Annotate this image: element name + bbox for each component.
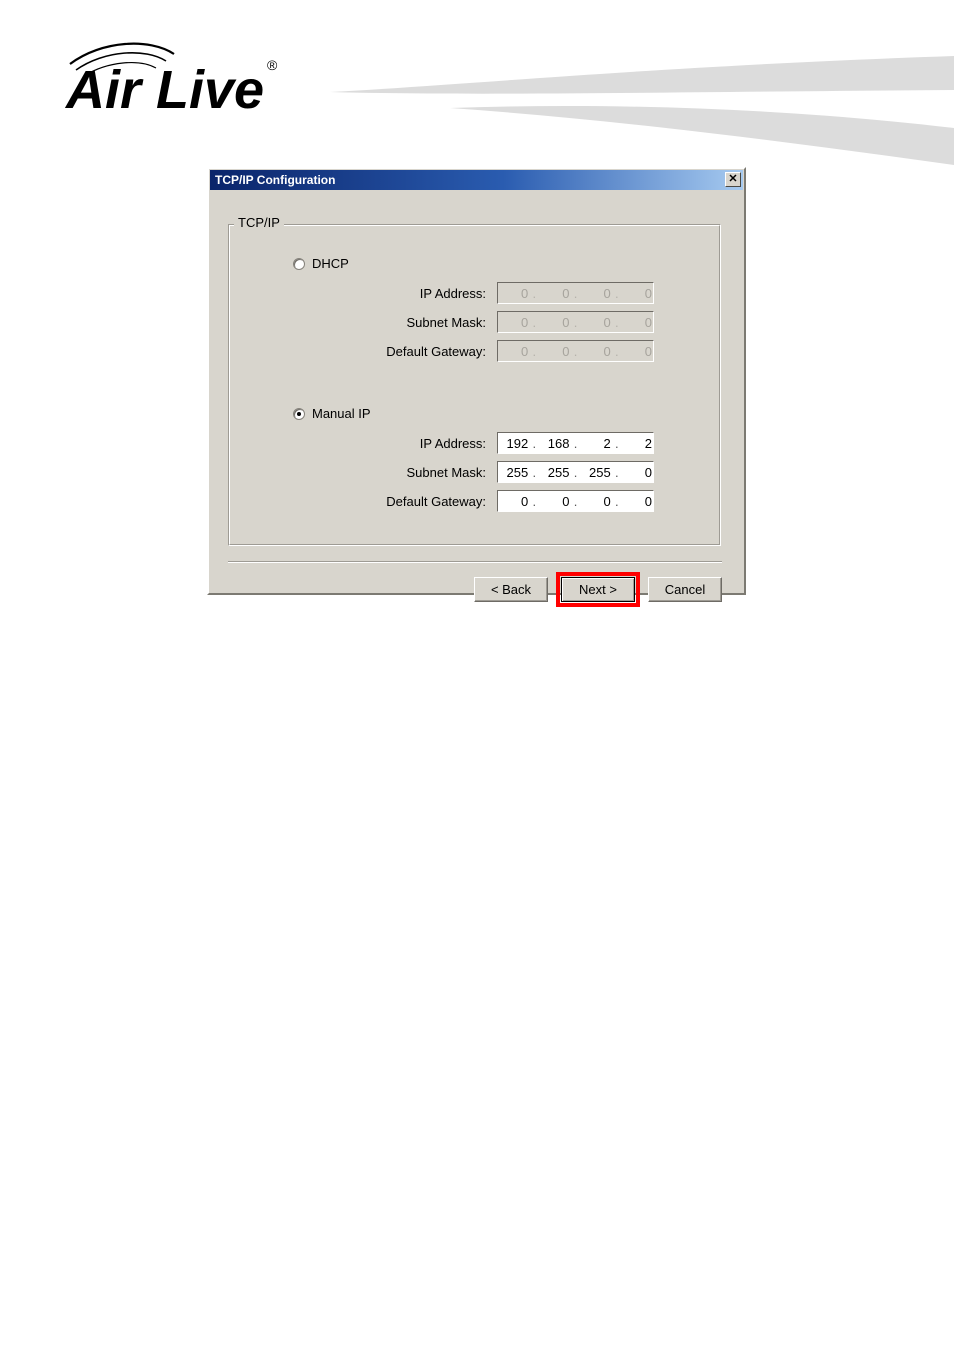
label-manual-subnet-mask: Subnet Mask: [406, 464, 487, 480]
airlive-logo: Air Live ® [64, 42, 278, 114]
octet-2: 0 [562, 314, 570, 330]
octet-4: 0 [644, 285, 652, 301]
input-dhcp-default-gateway[interactable]: 0 . 0 . 0 . 0 [497, 340, 654, 362]
octet-1: 0 [521, 314, 529, 330]
radio-option-manual-ip[interactable]: Manual IP [293, 406, 371, 421]
octet-2: 0 [562, 493, 570, 509]
octet-separator: . [614, 285, 619, 301]
input-manual-default-gateway[interactable]: 0 . 0 . 0 . 0 [497, 490, 654, 512]
field-row-dhcp-subnet-mask: Subnet Mask: 0 . 0 . 0 . 0 [367, 311, 654, 333]
field-row-manual-default-gateway: Default Gateway: 0 . 0 . 0 . 0 [367, 490, 654, 512]
label-manual-ip-address: IP Address: [419, 435, 486, 451]
octet-separator: . [573, 493, 578, 509]
octet-4: 0 [644, 314, 652, 330]
input-dhcp-ip-address[interactable]: 0 . 0 . 0 . 0 [497, 282, 654, 304]
label-dhcp-ip-address: IP Address: [419, 285, 486, 301]
input-manual-ip-address[interactable]: 192 . 168 . 2 . 2 [497, 432, 654, 454]
octet-separator: . [532, 343, 537, 359]
octet-separator: . [614, 464, 619, 480]
footer-separator [228, 561, 722, 563]
dialog-title: TCP/IP Configuration [215, 173, 336, 187]
octet-separator: . [614, 314, 619, 330]
octet-3: 0 [603, 343, 611, 359]
radio-dhcp-label[interactable]: DHCP [312, 256, 349, 271]
radio-dhcp-mark[interactable] [293, 257, 305, 270]
octet-separator: . [532, 464, 537, 480]
radio-manual-ip-label[interactable]: Manual IP [312, 406, 371, 421]
octet-separator: . [573, 343, 578, 359]
input-manual-subnet-mask[interactable]: 255 . 255 . 255 . 0 [497, 461, 654, 483]
swoosh-ribbon-graphic [330, 56, 954, 165]
close-icon[interactable]: ✕ [725, 172, 741, 187]
back-button[interactable]: < Back [474, 577, 548, 602]
octet-4: 0 [644, 493, 652, 509]
dialog-titlebar[interactable]: TCP/IP Configuration ✕ [210, 170, 743, 190]
octet-separator: . [532, 285, 537, 301]
field-row-manual-ip-address: IP Address: 192 . 168 . 2 . 2 [367, 432, 654, 454]
svg-text:Air Live: Air Live [64, 60, 264, 114]
page-header: Air Live ® [0, 0, 954, 165]
octet-3: 0 [603, 493, 611, 509]
octet-4: 0 [644, 464, 652, 480]
octet-separator: . [573, 464, 578, 480]
octet-separator: . [532, 493, 537, 509]
tcpip-configuration-dialog: TCP/IP Configuration ✕ TCP/IP DHCP IP Ad… [207, 167, 746, 607]
tcpip-groupbox-legend: TCP/IP [234, 216, 284, 230]
octet-separator: . [573, 285, 578, 301]
octet-2: 0 [562, 285, 570, 301]
octet-separator: . [532, 314, 537, 330]
octet-1: 0 [521, 493, 529, 509]
octet-2: 0 [562, 343, 570, 359]
cancel-button[interactable]: Cancel [648, 577, 722, 602]
octet-1: 192 [506, 435, 529, 451]
dialog-button-bar: < Back Next > Cancel [474, 572, 722, 607]
octet-separator: . [532, 435, 537, 451]
svg-text:®: ® [267, 57, 278, 73]
octet-4: 2 [644, 435, 652, 451]
octet-3: 2 [603, 435, 611, 451]
octet-1: 0 [521, 285, 529, 301]
octet-2: 168 [547, 435, 570, 451]
field-row-manual-subnet-mask: Subnet Mask: 255 . 255 . 255 . 0 [367, 461, 654, 483]
octet-4: 0 [644, 343, 652, 359]
octet-1: 255 [506, 464, 529, 480]
radio-option-dhcp[interactable]: DHCP [293, 256, 349, 271]
field-row-dhcp-ip-address: IP Address: 0 . 0 . 0 . 0 [367, 282, 654, 304]
dialog-body: TCP/IP DHCP IP Address: 0 . 0 . 0 . 0 Su… [209, 190, 744, 607]
field-row-dhcp-default-gateway: Default Gateway: 0 . 0 . 0 . 0 [367, 340, 654, 362]
label-dhcp-default-gateway: Default Gateway: [386, 343, 486, 359]
input-dhcp-subnet-mask[interactable]: 0 . 0 . 0 . 0 [497, 311, 654, 333]
radio-manual-ip-mark[interactable] [293, 407, 305, 420]
octet-separator: . [614, 343, 619, 359]
octet-3: 0 [603, 285, 611, 301]
octet-3: 255 [589, 464, 611, 480]
label-dhcp-subnet-mask: Subnet Mask: [406, 314, 487, 330]
next-button[interactable]: Next > [561, 577, 635, 602]
octet-separator: . [573, 314, 578, 330]
octet-separator: . [614, 435, 619, 451]
octet-separator: . [573, 435, 578, 451]
octet-3: 0 [603, 314, 611, 330]
octet-2: 255 [547, 464, 570, 480]
label-manual-default-gateway: Default Gateway: [386, 493, 486, 509]
octet-separator: . [614, 493, 619, 509]
octet-1: 0 [521, 343, 529, 359]
